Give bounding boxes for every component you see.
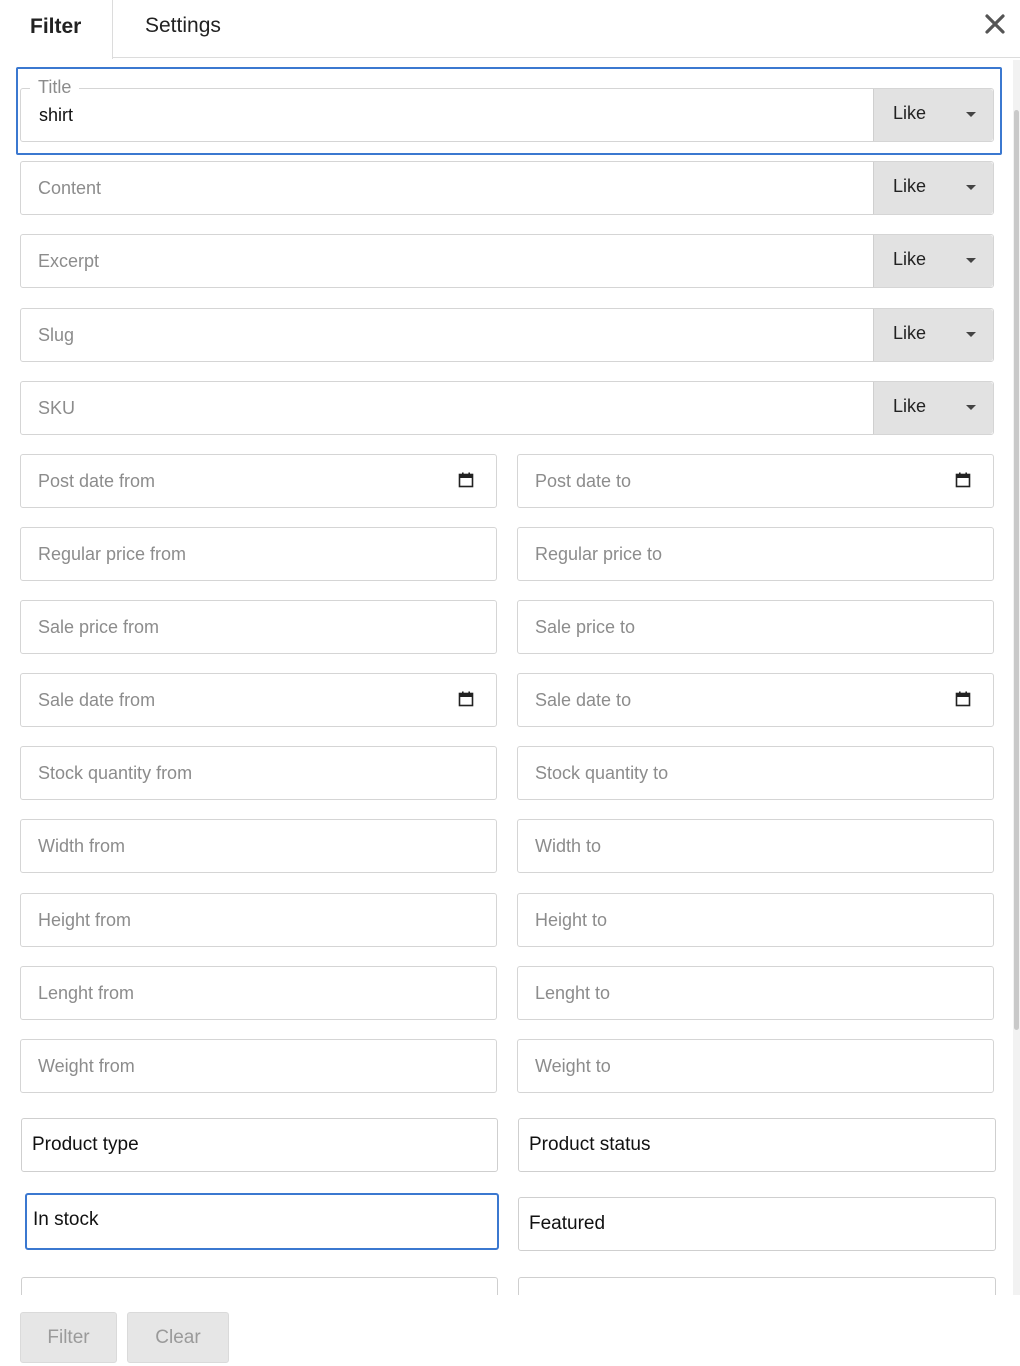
title-input-value: shirt bbox=[39, 105, 74, 125]
sale-price-to-placeholder: Sale price to bbox=[535, 617, 636, 637]
operator-label: Like bbox=[893, 323, 927, 343]
caret-down-icon bbox=[966, 185, 976, 190]
height-to-placeholder: Height to bbox=[535, 910, 608, 930]
clear-button[interactable]: Clear bbox=[127, 1312, 229, 1363]
operator-label: Like bbox=[893, 103, 927, 123]
post-date-to-placeholder: Post date to bbox=[535, 471, 632, 491]
height-from-input[interactable]: Height from bbox=[20, 893, 497, 947]
tab-filter[interactable]: Filter bbox=[0, 0, 113, 59]
excerpt-input[interactable]: Excerpt Like bbox=[20, 234, 994, 288]
width-to-placeholder: Width to bbox=[535, 836, 602, 856]
weight-to-input[interactable]: Weight to bbox=[517, 1039, 994, 1093]
regular-price-from-input[interactable]: Regular price from bbox=[20, 527, 497, 581]
operator-label: Like bbox=[893, 396, 927, 416]
content-operator-select[interactable]: Like bbox=[873, 162, 993, 214]
featured-select[interactable]: Featured bbox=[518, 1197, 996, 1251]
sale-price-to-input[interactable]: Sale price to bbox=[517, 600, 994, 654]
sale-date-from-input[interactable]: Sale date from bbox=[20, 673, 497, 727]
slug-operator-select[interactable]: Like bbox=[873, 309, 993, 361]
in-stock-value: In stock bbox=[33, 1209, 99, 1230]
content-placeholder: Content bbox=[38, 178, 102, 198]
length-to-input[interactable]: Lenght to bbox=[517, 966, 994, 1020]
sale-date-to-input[interactable]: Sale date to bbox=[517, 673, 994, 727]
content-input[interactable]: Content Like bbox=[20, 161, 994, 215]
caret-down-icon bbox=[966, 405, 976, 410]
height-from-placeholder: Height from bbox=[38, 910, 132, 930]
next-select-right[interactable] bbox=[518, 1277, 996, 1295]
title-input[interactable]: shirt Like bbox=[20, 88, 994, 142]
tab-bar: Filter Settings bbox=[0, 0, 1020, 59]
sale-date-to-placeholder: Sale date to bbox=[535, 690, 632, 710]
post-date-from-placeholder: Post date from bbox=[38, 471, 156, 491]
excerpt-placeholder: Excerpt bbox=[38, 251, 100, 271]
weight-to-placeholder: Weight to bbox=[535, 1056, 611, 1076]
stock-quantity-from-placeholder: Stock quantity from bbox=[38, 763, 193, 783]
operator-label: Like bbox=[893, 249, 927, 269]
post-date-to-input[interactable]: Post date to bbox=[517, 454, 994, 508]
stock-quantity-to-placeholder: Stock quantity to bbox=[535, 763, 669, 783]
next-select-left[interactable] bbox=[21, 1277, 498, 1295]
footer-actions: Filter Clear bbox=[0, 1296, 1020, 1366]
width-from-placeholder: Width from bbox=[38, 836, 126, 856]
excerpt-operator-select[interactable]: Like bbox=[873, 235, 993, 287]
caret-down-icon bbox=[966, 258, 976, 263]
close-icon[interactable] bbox=[982, 11, 1008, 37]
post-date-from-input[interactable]: Post date from bbox=[20, 454, 497, 508]
product-type-value: Product type bbox=[32, 1134, 139, 1155]
width-to-input[interactable]: Width to bbox=[517, 819, 994, 873]
weight-from-input[interactable]: Weight from bbox=[20, 1039, 497, 1093]
regular-price-to-placeholder: Regular price to bbox=[535, 544, 663, 564]
product-type-select[interactable]: Product type bbox=[21, 1118, 498, 1172]
calendar-icon[interactable] bbox=[955, 472, 971, 488]
caret-down-icon bbox=[966, 332, 976, 337]
title-label: Title bbox=[30, 77, 80, 98]
filter-form: shirt Like Title Content Like Excerpt Li… bbox=[0, 60, 1012, 1295]
weight-from-placeholder: Weight from bbox=[38, 1056, 135, 1076]
calendar-icon[interactable] bbox=[458, 691, 474, 707]
in-stock-select[interactable]: In stock bbox=[25, 1193, 499, 1250]
length-from-placeholder: Lenght from bbox=[38, 983, 135, 1003]
regular-price-to-input[interactable]: Regular price to bbox=[517, 527, 994, 581]
product-status-value: Product status bbox=[529, 1134, 651, 1155]
sale-date-from-placeholder: Sale date from bbox=[38, 690, 156, 710]
sku-placeholder: SKU bbox=[38, 398, 76, 418]
sku-operator-select[interactable]: Like bbox=[873, 382, 993, 434]
sale-price-from-placeholder: Sale price from bbox=[38, 617, 160, 637]
sku-input[interactable]: SKU Like bbox=[20, 381, 994, 435]
product-status-select[interactable]: Product status bbox=[518, 1118, 996, 1172]
slug-placeholder: Slug bbox=[38, 325, 75, 345]
title-operator-select[interactable]: Like bbox=[873, 89, 993, 141]
tab-divider bbox=[112, 57, 1020, 58]
calendar-icon[interactable] bbox=[458, 472, 474, 488]
slug-input[interactable]: Slug Like bbox=[20, 308, 994, 362]
sale-price-from-input[interactable]: Sale price from bbox=[20, 600, 497, 654]
scrollbar-thumb[interactable] bbox=[1014, 110, 1019, 1030]
caret-down-icon bbox=[966, 112, 976, 117]
filter-button[interactable]: Filter bbox=[20, 1312, 117, 1363]
calendar-icon[interactable] bbox=[955, 691, 971, 707]
stock-quantity-from-input[interactable]: Stock quantity from bbox=[20, 746, 497, 800]
length-to-placeholder: Lenght to bbox=[535, 983, 611, 1003]
tab-settings[interactable]: Settings bbox=[145, 14, 221, 38]
length-from-input[interactable]: Lenght from bbox=[20, 966, 497, 1020]
regular-price-from-placeholder: Regular price from bbox=[38, 544, 187, 564]
height-to-input[interactable]: Height to bbox=[517, 893, 994, 947]
stock-quantity-to-input[interactable]: Stock quantity to bbox=[517, 746, 994, 800]
width-from-input[interactable]: Width from bbox=[20, 819, 497, 873]
operator-label: Like bbox=[893, 176, 927, 196]
featured-value: Featured bbox=[529, 1213, 606, 1234]
